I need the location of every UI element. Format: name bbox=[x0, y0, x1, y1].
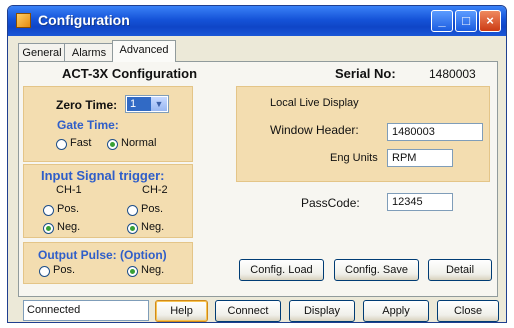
config-load-button[interactable]: Config. Load bbox=[239, 259, 324, 281]
maximize-icon[interactable]: □ bbox=[455, 10, 477, 32]
connect-button[interactable]: Connect bbox=[215, 300, 281, 322]
output-pos-label: Pos. bbox=[53, 264, 76, 276]
configuration-window: Configuration _ □ × General Alarms Advan… bbox=[7, 5, 507, 323]
detail-button[interactable]: Detail bbox=[428, 259, 492, 281]
zero-time-value: 1 bbox=[127, 97, 151, 111]
input-signal-title: Input Signal trigger: bbox=[41, 168, 165, 183]
tab-alarms[interactable]: Alarms bbox=[64, 43, 114, 62]
zero-time-label: Zero Time: bbox=[56, 98, 118, 112]
passcode-label: PassCode: bbox=[301, 196, 360, 210]
gate-normal-label: Normal bbox=[121, 137, 157, 149]
ch2-label: CH-2 bbox=[142, 184, 168, 196]
close-icon[interactable]: × bbox=[479, 10, 501, 32]
app-icon bbox=[16, 13, 31, 28]
minimize-icon[interactable]: _ bbox=[431, 10, 453, 32]
serial-value: 1480003 bbox=[429, 67, 476, 81]
ch1-neg-label: Neg. bbox=[57, 221, 81, 233]
ch1-neg-radio[interactable] bbox=[43, 223, 54, 234]
window-header-input[interactable]: 1480003 bbox=[387, 123, 483, 141]
zero-time-select[interactable]: 1 ▼ bbox=[125, 95, 169, 113]
ch2-neg-label: Neg. bbox=[141, 221, 165, 233]
output-neg-radio[interactable] bbox=[127, 266, 138, 277]
status-field: Connected bbox=[23, 300, 149, 321]
local-live-display-label: Local Live Display bbox=[270, 97, 359, 109]
chevron-down-icon[interactable]: ▼ bbox=[151, 97, 167, 111]
help-button[interactable]: Help bbox=[155, 300, 208, 322]
gate-normal-radio[interactable] bbox=[107, 139, 118, 150]
output-pos-radio[interactable] bbox=[39, 266, 50, 277]
apply-button[interactable]: Apply bbox=[363, 300, 429, 322]
gate-fast-radio[interactable] bbox=[56, 139, 67, 150]
gate-time-label: Gate Time: bbox=[57, 118, 119, 132]
display-button[interactable]: Display bbox=[289, 300, 355, 322]
window-header-label: Window Header: bbox=[270, 123, 359, 137]
config-save-button[interactable]: Config. Save bbox=[334, 259, 419, 281]
ch2-pos-radio[interactable] bbox=[127, 205, 138, 216]
eng-units-label: Eng Units bbox=[330, 152, 378, 164]
output-neg-label: Neg. bbox=[141, 264, 165, 276]
serial-label: Serial No: bbox=[335, 66, 396, 81]
ch2-pos-label: Pos. bbox=[141, 203, 164, 215]
ch1-pos-label: Pos. bbox=[57, 203, 80, 215]
window-title: Configuration bbox=[38, 12, 130, 28]
device-title: ACT-3X Configuration bbox=[62, 66, 198, 81]
ch1-label: CH-1 bbox=[56, 184, 82, 196]
passcode-input[interactable]: 12345 bbox=[387, 193, 453, 211]
title-bar[interactable]: Configuration _ □ × bbox=[8, 6, 506, 36]
tab-general[interactable]: General bbox=[18, 43, 66, 62]
gate-fast-label: Fast bbox=[70, 137, 92, 149]
ch2-neg-radio[interactable] bbox=[127, 223, 138, 234]
close-button[interactable]: Close bbox=[437, 300, 499, 322]
tab-advanced[interactable]: Advanced bbox=[112, 40, 176, 62]
output-pulse-title: Output Pulse: (Option) bbox=[38, 248, 167, 262]
ch1-pos-radio[interactable] bbox=[43, 205, 54, 216]
eng-units-input[interactable]: RPM bbox=[387, 149, 453, 167]
